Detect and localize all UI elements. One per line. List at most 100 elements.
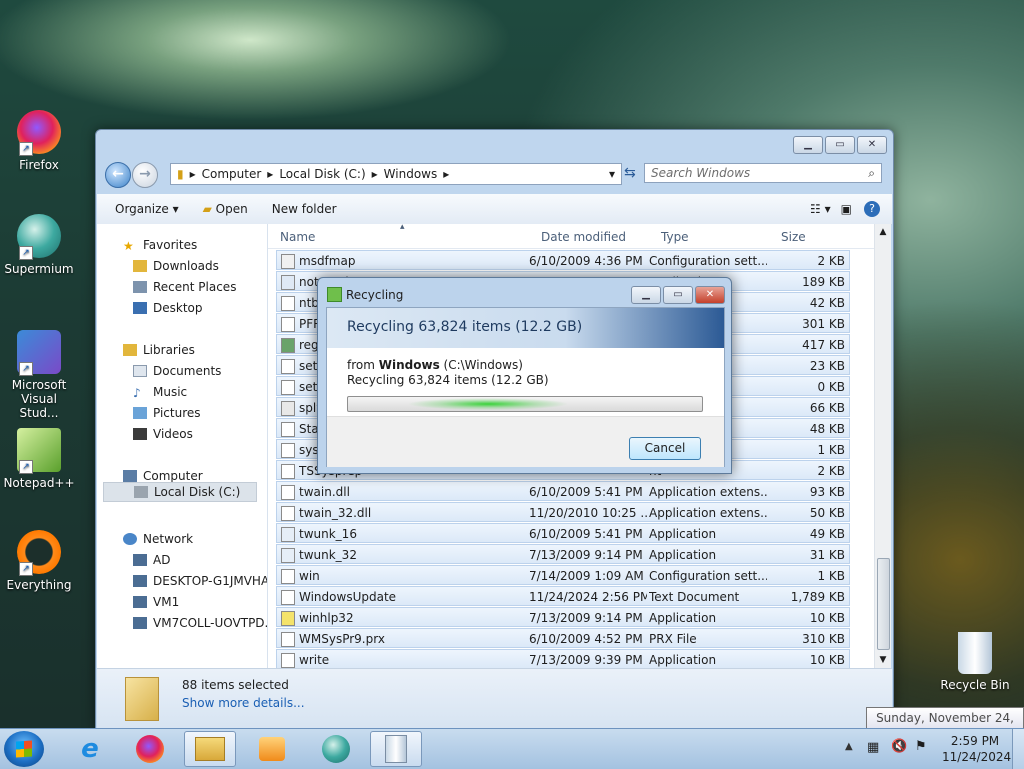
firefox-icon (136, 735, 164, 763)
search-icon[interactable]: ⌕ (868, 166, 875, 181)
show-more-details-link[interactable]: Show more details... (182, 696, 305, 710)
maximize-button[interactable]: ▭ (825, 136, 855, 154)
start-button[interactable] (4, 731, 44, 767)
table-row[interactable]: msdfmap 6/10/2009 4:36 PM Configuration se… (276, 250, 850, 270)
clock[interactable]: 2:59 PM 11/24/2024 (942, 733, 1011, 765)
table-row[interactable]: twunk_16 6/10/2009 5:41 PM Application 49 K… (276, 523, 850, 543)
nav-label: Libraries (143, 343, 195, 357)
dialog-close-button[interactable]: ✕ (695, 286, 725, 304)
table-row[interactable]: write 7/13/2009 9:39 PM Application 10 KB (276, 649, 850, 668)
address-bar[interactable]: ▮ ▸ Computer ▸ Local Disk (C:) ▸ Windows… (170, 163, 622, 185)
table-row[interactable]: twain.dll 6/10/2009 5:41 PM Application ex… (276, 481, 850, 501)
cell-name: twain_32.dll (299, 506, 372, 520)
file-icon (281, 359, 295, 374)
minimize-button[interactable]: ▁ (793, 136, 823, 154)
scroll-down-icon[interactable]: ▼ (875, 655, 891, 665)
desktop-icon-firefox[interactable]: ↗ Firefox (0, 110, 79, 172)
table-row[interactable]: twunk_32 7/13/2009 9:14 PM Application 31 K… (276, 544, 850, 564)
volume-muted-icon[interactable]: 🔇 (891, 739, 907, 754)
new-folder-button[interactable]: New folder (266, 199, 343, 219)
vertical-scrollbar[interactable]: ▲ ▼ (874, 224, 891, 668)
network-computer-icon (133, 596, 147, 608)
cell-name: WMSysPr9.prx (299, 632, 385, 646)
search-input[interactable]: Search Windows ⌕ (644, 163, 882, 183)
dialog-minimize-button[interactable]: ▁ (631, 286, 661, 304)
organize-button[interactable]: Organize ▾ (109, 199, 185, 219)
table-row[interactable]: win 7/14/2009 1:09 AM Configuration sett..… (276, 565, 850, 585)
column-header-type[interactable]: Type (661, 230, 689, 244)
nav-local-disk[interactable]: Local Disk (C:) (103, 482, 257, 502)
table-row[interactable]: twain_32.dll 11/20/2010 10:25 ... Applicat… (276, 502, 850, 522)
open-button[interactable]: ▰ Open (197, 199, 254, 219)
nav-pictures[interactable]: Pictures (133, 406, 201, 420)
breadcrumb-local-disk[interactable]: Local Disk (C:) (279, 167, 365, 181)
refresh-icon[interactable]: ⇆ (624, 165, 636, 181)
nav-favorites[interactable]: ★ Favorites (123, 238, 197, 253)
cell-name: twunk_32 (299, 548, 357, 562)
nav-network[interactable]: Network (123, 532, 193, 546)
file-icon (281, 653, 295, 668)
nav-documents[interactable]: Documents (133, 364, 221, 378)
network-computer-icon (133, 554, 147, 566)
taskbar-firefox[interactable] (124, 731, 176, 767)
desktop-icon-recycle-bin[interactable]: Recycle Bin (935, 632, 1015, 692)
desktop-icon-supermium[interactable]: ↗ Supermium (0, 214, 79, 276)
scroll-thumb[interactable] (877, 558, 890, 650)
table-row[interactable]: WindowsUpdate 11/24/2024 2:56 PM Text Docu… (276, 586, 850, 606)
star-icon: ★ (123, 239, 134, 253)
taskbar-media-player[interactable] (246, 731, 298, 767)
cell-type: Configuration sett... (649, 254, 767, 268)
desktop-icon-label: Notepad++ (3, 476, 75, 490)
breadcrumb-separator: ▸ (371, 167, 378, 181)
action-center-icon[interactable]: ▦ (867, 740, 879, 755)
desktop-icon-everything[interactable]: ↗ Everything (0, 530, 79, 592)
address-dropdown-icon[interactable]: ▾ (609, 167, 615, 181)
back-button[interactable]: ← (105, 162, 131, 188)
preview-pane-icon[interactable]: ▣ (841, 202, 852, 216)
breadcrumb-windows[interactable]: Windows (384, 167, 438, 181)
view-options-icon[interactable]: ☷ ▾ (810, 202, 831, 216)
nav-network-vm1[interactable]: VM1 (133, 595, 179, 609)
close-button[interactable]: ✕ (857, 136, 887, 154)
nav-network-ad[interactable]: AD (133, 553, 170, 567)
nav-videos[interactable]: Videos (133, 427, 193, 441)
cell-size: 10 KB (809, 611, 845, 625)
nav-music[interactable]: ♪ Music (133, 385, 187, 400)
column-header-date[interactable]: Date modified (541, 230, 626, 244)
nav-network-desktop[interactable]: DESKTOP-G1JMVHA (133, 574, 267, 588)
cell-name: write (299, 653, 330, 667)
taskbar-supermium[interactable] (310, 731, 362, 767)
help-icon[interactable]: ? (864, 201, 880, 217)
desktop-icon-label: Microsoft Visual Stud... (11, 378, 67, 420)
nav-desktop[interactable]: Desktop (133, 301, 203, 315)
breadcrumb-computer[interactable]: Computer (202, 167, 262, 181)
nav-recent-places[interactable]: Recent Places (133, 280, 236, 294)
table-row[interactable]: winhlp32 7/13/2009 9:14 PM Application 10 K… (276, 607, 850, 627)
table-row[interactable]: WMSysPr9.prx 6/10/2009 4:52 PM PRX File 310… (276, 628, 850, 648)
show-desktop-button[interactable] (1012, 729, 1024, 769)
scroll-up-icon[interactable]: ▲ (875, 227, 891, 237)
nav-downloads[interactable]: Downloads (133, 259, 219, 273)
cell-size: 23 KB (809, 359, 845, 373)
forward-button[interactable]: → (132, 162, 158, 188)
cancel-button[interactable]: Cancel (629, 437, 701, 460)
desktop-icon-label: Supermium (4, 262, 74, 276)
flag-icon[interactable]: ⚑ (915, 739, 927, 754)
taskbar-ie[interactable]: e (64, 731, 116, 767)
show-hidden-icons[interactable]: ▲ (845, 741, 853, 752)
nav-libraries[interactable]: Libraries (123, 343, 195, 357)
nav-network-vm7coll[interactable]: VM7COLL-UOVTPD... (133, 616, 267, 630)
from-path: (C:\Windows) (439, 358, 523, 372)
desktop-icon-visual-studio[interactable]: ↗ Microsoft Visual Stud... (0, 330, 79, 420)
visual-studio-icon: ↗ (17, 330, 61, 376)
cell-size: 1 KB (817, 443, 845, 457)
dialog-maximize-button[interactable]: ▭ (663, 286, 693, 304)
file-icon (281, 611, 295, 626)
nav-computer[interactable]: Computer (123, 469, 203, 483)
column-header-size[interactable]: Size (781, 230, 806, 244)
taskbar-explorer[interactable] (184, 731, 236, 767)
file-icon (281, 464, 295, 479)
taskbar-recycle-dialog[interactable] (370, 731, 422, 767)
column-header-name[interactable]: Name (280, 230, 315, 244)
desktop-icon-notepadpp[interactable]: ↗ Notepad++ (0, 428, 79, 490)
